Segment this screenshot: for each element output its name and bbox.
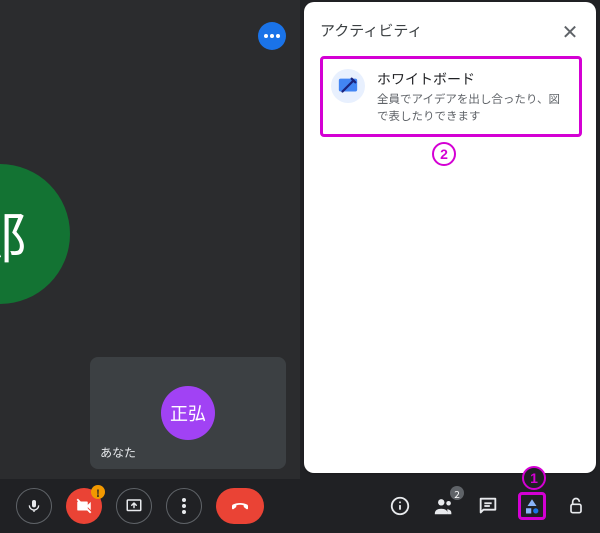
panel-title: アクティビティ [320,20,422,41]
more-button[interactable] [166,488,202,524]
participant-count-badge: 2 [450,486,464,500]
video-area: 郎 正弘 あなた [0,0,300,479]
info-button[interactable] [386,492,414,520]
whiteboard-icon [331,69,365,103]
self-video-tile[interactable]: 正弘 あなた [90,357,286,469]
activities-button[interactable] [518,492,546,520]
camera-button[interactable]: ! [66,488,102,524]
chat-button[interactable] [474,492,502,520]
self-avatar-text: 正弘 [170,400,206,426]
people-button[interactable]: 2 [430,492,458,520]
self-label: あなた [100,444,136,461]
more-options-button[interactable] [258,22,286,50]
camera-warning-badge: ! [91,485,105,499]
whiteboard-activity-item[interactable]: ホワイトボード 全員でアイデアを出し合ったり、図で表したりできます [320,56,582,137]
present-button[interactable] [116,488,152,524]
hangup-button[interactable] [216,488,264,524]
self-avatar: 正弘 [161,386,215,440]
annotation-2: 2 [432,142,456,166]
mic-button[interactable] [16,488,52,524]
close-icon[interactable]: ✕ [558,18,582,42]
activity-title: ホワイトボード [377,69,571,89]
participant-avatar: 郎 [0,164,70,304]
activity-description: 全員でアイデアを出し合ったり、図で表したりできます [377,91,571,124]
host-controls-button[interactable] [562,492,590,520]
bottom-toolbar: ! 2 [0,479,600,533]
activities-panel: アクティビティ ✕ ホワイトボード 全員でアイデアを出し合ったり、図で表したりで… [304,2,596,473]
participant-avatar-text: 郎 [0,194,28,275]
annotation-1: 1 [522,466,546,490]
